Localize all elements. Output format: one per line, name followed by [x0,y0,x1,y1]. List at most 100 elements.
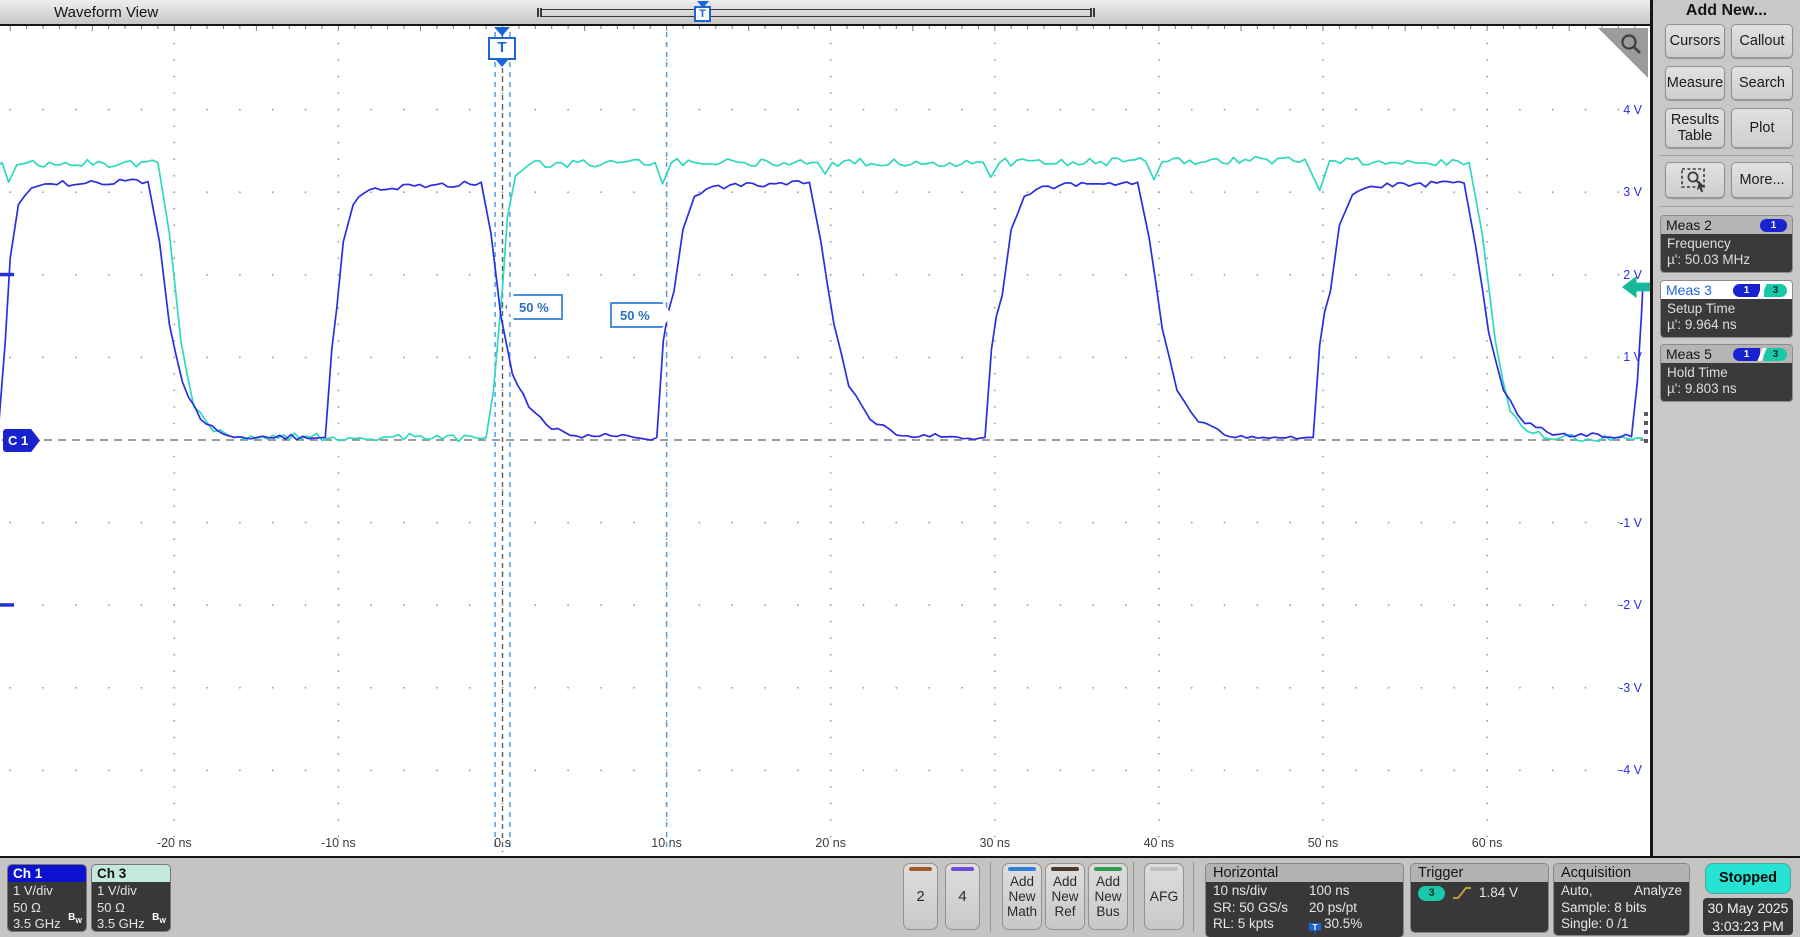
source-1-badge: 1 [1733,284,1760,297]
meas2-source-badges: 1 [1760,219,1787,232]
separator [990,862,991,932]
x-axis-label-20ns: 20 ns [799,836,863,850]
acquisition-analyze: Analyze [1634,883,1682,900]
meas3-label: Meas 3 [1666,282,1712,298]
run-stop-status-button[interactable]: Stopped [1705,863,1791,894]
meas2-badge[interactable]: Meas 2 1 Frequency µ': 50.03 MHz [1660,215,1793,273]
y-axis-label-1V: 1 V [1596,349,1642,365]
y-axis-label--3V: -3 V [1596,680,1642,696]
horizontal-title: Horizontal [1206,864,1403,882]
channel1-scale: 1 V/div [13,883,81,900]
add-new-bus-button[interactable]: Add New Bus [1088,863,1128,930]
math-color-stripe [1008,867,1036,871]
waveform-view-title: Waveform View [54,4,158,21]
channel4-button[interactable]: 4 [945,863,980,930]
meas5-label: Meas 5 [1666,346,1712,362]
acquisition-badge[interactable]: Acquisition Auto,Analyze Sample: 8 bits … [1553,863,1690,936]
add-new-title: Add New... [1653,2,1800,20]
results-bar: Add New... Cursors Callout Measure Searc… [1653,0,1800,856]
acquisition-title: Acquisition [1554,864,1689,882]
acquisition-single: Single: 0 /1 [1561,916,1682,933]
meas5-value: µ': 9.803 ns [1667,381,1786,397]
channel2-button[interactable]: 2 [903,863,938,930]
datetime-display: 30 May 2025 3:03:23 PM [1703,898,1793,935]
trigger-source-badge: 3 [1418,886,1445,901]
settings-bar: Ch 1 1 V/div 50 Ω 3.5 GHz BW Ch 3 1 V/di… [0,856,1800,937]
separator [1133,862,1134,932]
add-plot-button[interactable]: Plot [1731,108,1793,148]
oscilloscope-app: Waveform View T C 1 T 50 % 50 % 4 V3 V2 … [0,0,1800,937]
add-cursors-button[interactable]: Cursors [1665,24,1725,58]
trigger-triangle-icon [494,27,510,36]
add-search-button[interactable]: Search [1731,66,1793,100]
rising-edge-icon [1452,885,1472,901]
y-axis-label--4V: -4 V [1596,762,1642,778]
y-axis-label-3V: 3 V [1596,184,1642,200]
date: 30 May 2025 [1703,899,1793,917]
record-overview-bar[interactable] [537,8,1095,17]
horizontal-scale: 10 ns/div [1213,883,1309,900]
meas2-value: µ': 50.03 MHz [1667,252,1786,268]
panel-splitter-handle[interactable] [1644,412,1648,446]
acquisition-sample: Sample: 8 bits [1561,900,1682,917]
source-1-badge: 1 [1733,348,1760,361]
sample-rate: SR: 50 GS/s [1213,900,1309,917]
ref-color-stripe [1051,867,1079,871]
trigger-position-pct: T30.5% [1309,916,1362,935]
more-button[interactable]: More... [1731,162,1793,198]
trigger-t-icon: T [1309,923,1321,935]
add-new-ref-button[interactable]: Add New Ref [1045,863,1085,930]
add-measure-button[interactable]: Measure [1665,66,1725,100]
x-axis-label--20ns: -20 ns [142,836,206,850]
meas3-value: µ': 9.964 ns [1667,317,1786,333]
x-axis-label-60ns: 60 ns [1455,836,1519,850]
afg-button[interactable]: AFG [1144,863,1184,930]
trigger-title: Trigger [1411,864,1548,882]
meas3-name: Setup Time [1667,301,1786,317]
meas5-badge[interactable]: Meas 5 13 Hold Time µ': 9.803 ns [1660,344,1793,402]
x-axis-label-50ns: 50 ns [1291,836,1355,850]
trigger-badge[interactable]: Trigger 3 1.84 V [1410,863,1549,933]
add-callout-button[interactable]: Callout [1731,24,1793,58]
channel2-color-stripe [909,867,932,871]
trigger-t-icon: T [488,37,516,60]
x-axis-label-30ns: 30 ns [963,836,1027,850]
trigger-t-icon: T [694,6,711,22]
bandwidth-limit-icon: BW [152,910,166,931]
meas3-badge[interactable]: Meas 3 13 Setup Time µ': 9.964 ns [1660,280,1793,338]
source-1-badge: 1 [1760,219,1787,232]
measurement-gate-label-right[interactable]: 50 % [610,302,672,328]
panel-separator [1659,155,1794,156]
time: 3:03:23 PM [1703,917,1793,935]
y-axis-label-2V: 2 V [1596,267,1642,283]
x-axis-label--10ns: -10 ns [306,836,370,850]
separator [1193,862,1194,932]
x-axis-label-10ns: 10 ns [635,836,699,850]
record-duration: 100 ns [1309,883,1350,900]
channel1-badge[interactable]: Ch 1 1 V/div 50 Ω 3.5 GHz BW [7,864,87,932]
channel1-label: Ch 1 [8,865,86,882]
record-trigger-position-marker[interactable]: T [694,1,712,25]
waveform-canvas[interactable] [0,26,1652,856]
y-axis-label--1V: -1 V [1596,515,1642,531]
trigger-level: 1.84 V [1479,885,1518,902]
channel4-color-stripe [951,867,974,871]
record-length: RL: 5 kpts [1213,916,1309,935]
trigger-position-flag[interactable]: T [488,27,517,67]
sample-resolution: 20 ps/pt [1309,900,1357,917]
meas3-source-badges: 13 [1733,284,1787,297]
zoom-selection-button[interactable] [1665,162,1725,198]
horizontal-badge[interactable]: Horizontal 10 ns/div100 ns SR: 50 GS/s20… [1205,863,1404,937]
channel3-badge[interactable]: Ch 3 1 V/div 50 Ω 3.5 GHz BW [91,864,171,932]
waveform-view-titlebar[interactable]: Waveform View T [0,0,1652,26]
channel3-scale: 1 V/div [97,883,165,900]
add-results-table-button[interactable]: Results Table [1665,108,1725,148]
measurement-gate-label-left[interactable]: 50 % [505,294,563,320]
add-new-math-button[interactable]: Add New Math [1002,863,1042,930]
acquisition-mode: Auto, [1561,883,1593,900]
meas2-name: Frequency [1667,236,1786,252]
source-3-badge: 3 [1764,348,1787,361]
afg-color-stripe [1150,867,1178,871]
waveform-plot-area[interactable]: C 1 T 50 % 50 % 4 V3 V2 V1 V-1 V-2 V-3 V… [0,26,1652,856]
trigger-flag-pointer [496,60,508,67]
